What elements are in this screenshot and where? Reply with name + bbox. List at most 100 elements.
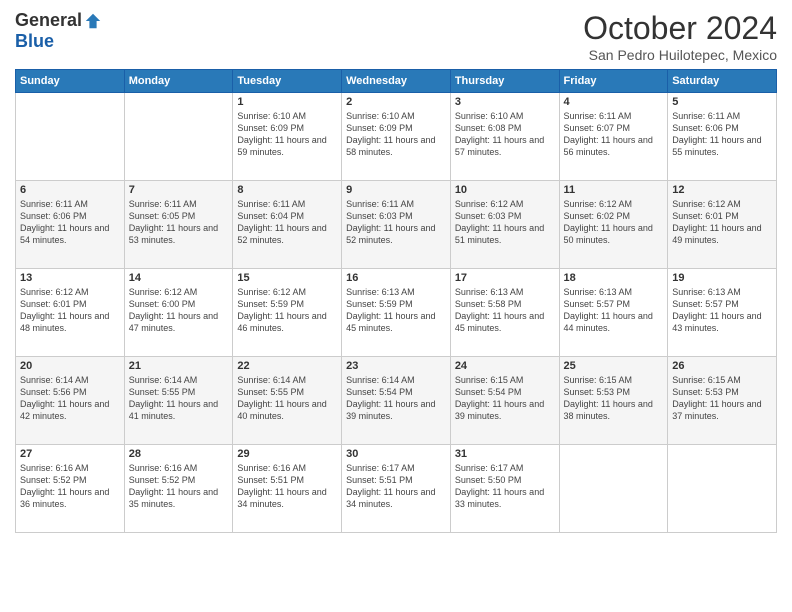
day-number: 9	[346, 184, 446, 196]
month-title: October 2024	[583, 10, 777, 47]
day-number: 15	[237, 272, 337, 284]
col-thursday: Thursday	[450, 70, 559, 93]
calendar-cell: 19Sunrise: 6:13 AM Sunset: 5:57 PM Dayli…	[668, 269, 777, 357]
day-info: Sunrise: 6:15 AM Sunset: 5:53 PM Dayligh…	[564, 374, 664, 423]
day-info: Sunrise: 6:12 AM Sunset: 6:00 PM Dayligh…	[129, 286, 229, 335]
logo-icon	[84, 12, 102, 30]
header: General Blue October 2024 San Pedro Huil…	[15, 10, 777, 63]
day-number: 1	[237, 96, 337, 108]
day-info: Sunrise: 6:12 AM Sunset: 5:59 PM Dayligh…	[237, 286, 337, 335]
day-number: 24	[455, 360, 555, 372]
calendar-cell: 4 Sunrise: 6:11 AM Sunset: 6:07 PM Daylig…	[559, 93, 668, 181]
calendar-cell: 10Sunrise: 6:12 AM Sunset: 6:03 PM Dayli…	[450, 181, 559, 269]
day-number: 28	[129, 448, 229, 460]
calendar-cell: 1 Sunrise: 6:10 AM Sunset: 6:09 PM Daylig…	[233, 93, 342, 181]
calendar-cell: 23 Sunrise: 6:14 AM Sunset: 5:54 PM Dayli…	[342, 357, 451, 445]
day-number: 18	[564, 272, 664, 284]
col-wednesday: Wednesday	[342, 70, 451, 93]
calendar-cell: 7 Sunrise: 6:11 AM Sunset: 6:05 PM Daylig…	[124, 181, 233, 269]
calendar-cell	[668, 445, 777, 533]
calendar-cell: 18 Sunrise: 6:13 AM Sunset: 5:57 PM Dayli…	[559, 269, 668, 357]
day-info: Sunrise: 6:11 AM Sunset: 6:07 PM Dayligh…	[564, 110, 664, 159]
calendar-cell: 25 Sunrise: 6:15 AM Sunset: 5:53 PM Dayli…	[559, 357, 668, 445]
calendar-container: Sunday Monday Tuesday Wednesday Thursday…	[15, 69, 777, 533]
day-info: Sunrise: 6:17 AM Sunset: 5:50 PM Dayligh…	[455, 462, 555, 511]
calendar-cell: 5 Sunrise: 6:11 AM Sunset: 6:06 PM Daylig…	[668, 93, 777, 181]
calendar-cell: 14 Sunrise: 6:12 AM Sunset: 6:00 PM Dayli…	[124, 269, 233, 357]
day-info: Sunrise: 6:15 AM Sunset: 5:54 PM Dayligh…	[455, 374, 555, 423]
day-number: 6	[20, 184, 120, 196]
day-number: 14	[129, 272, 229, 284]
day-info: Sunrise: 6:16 AM Sunset: 5:52 PM Dayligh…	[129, 462, 229, 511]
day-info: Sunrise: 6:13 AM Sunset: 5:57 PM Dayligh…	[672, 286, 772, 335]
calendar-cell: 29Sunrise: 6:16 AM Sunset: 5:51 PM Dayli…	[233, 445, 342, 533]
day-number: 5	[672, 96, 772, 108]
day-info: Sunrise: 6:14 AM Sunset: 5:55 PM Dayligh…	[129, 374, 229, 423]
col-monday: Monday	[124, 70, 233, 93]
day-number: 10	[455, 184, 555, 196]
day-info: Sunrise: 6:11 AM Sunset: 6:06 PM Dayligh…	[672, 110, 772, 159]
calendar-cell	[124, 93, 233, 181]
day-number: 4	[564, 96, 664, 108]
location: San Pedro Huilotepec, Mexico	[583, 47, 777, 63]
day-info: Sunrise: 6:11 AM Sunset: 6:03 PM Dayligh…	[346, 198, 446, 247]
day-info: Sunrise: 6:12 AM Sunset: 6:02 PM Dayligh…	[564, 198, 664, 247]
logo-blue: Blue	[15, 31, 54, 52]
calendar-cell: 12Sunrise: 6:12 AM Sunset: 6:01 PM Dayli…	[668, 181, 777, 269]
calendar-cell: 8 Sunrise: 6:11 AM Sunset: 6:04 PM Daylig…	[233, 181, 342, 269]
day-number: 22	[237, 360, 337, 372]
logo: General Blue	[15, 10, 102, 52]
header-row: Sunday Monday Tuesday Wednesday Thursday…	[16, 70, 777, 93]
calendar-cell: 11 Sunrise: 6:12 AM Sunset: 6:02 PM Dayli…	[559, 181, 668, 269]
week-row-4: 20 Sunrise: 6:14 AM Sunset: 5:56 PM Dayli…	[16, 357, 777, 445]
day-info: Sunrise: 6:13 AM Sunset: 5:57 PM Dayligh…	[564, 286, 664, 335]
day-number: 2	[346, 96, 446, 108]
calendar-cell: 15 Sunrise: 6:12 AM Sunset: 5:59 PM Dayli…	[233, 269, 342, 357]
day-number: 3	[455, 96, 555, 108]
col-saturday: Saturday	[668, 70, 777, 93]
calendar-cell: 30 Sunrise: 6:17 AM Sunset: 5:51 PM Dayli…	[342, 445, 451, 533]
day-number: 11	[564, 184, 664, 196]
day-number: 31	[455, 448, 555, 460]
day-info: Sunrise: 6:11 AM Sunset: 6:05 PM Dayligh…	[129, 198, 229, 247]
calendar-cell: 31 Sunrise: 6:17 AM Sunset: 5:50 PM Dayli…	[450, 445, 559, 533]
day-number: 20	[20, 360, 120, 372]
calendar-cell: 24 Sunrise: 6:15 AM Sunset: 5:54 PM Dayli…	[450, 357, 559, 445]
day-number: 30	[346, 448, 446, 460]
day-info: Sunrise: 6:10 AM Sunset: 6:09 PM Dayligh…	[237, 110, 337, 159]
day-number: 29	[237, 448, 337, 460]
week-row-1: 1 Sunrise: 6:10 AM Sunset: 6:09 PM Daylig…	[16, 93, 777, 181]
calendar-cell: 20 Sunrise: 6:14 AM Sunset: 5:56 PM Dayli…	[16, 357, 125, 445]
day-number: 25	[564, 360, 664, 372]
day-number: 27	[20, 448, 120, 460]
day-info: Sunrise: 6:11 AM Sunset: 6:04 PM Dayligh…	[237, 198, 337, 247]
day-info: Sunrise: 6:16 AM Sunset: 5:52 PM Dayligh…	[20, 462, 120, 511]
day-number: 8	[237, 184, 337, 196]
day-info: Sunrise: 6:15 AM Sunset: 5:53 PM Dayligh…	[672, 374, 772, 423]
day-info: Sunrise: 6:13 AM Sunset: 5:59 PM Dayligh…	[346, 286, 446, 335]
day-number: 7	[129, 184, 229, 196]
day-info: Sunrise: 6:12 AM Sunset: 6:01 PM Dayligh…	[672, 198, 772, 247]
col-tuesday: Tuesday	[233, 70, 342, 93]
week-row-3: 13Sunrise: 6:12 AM Sunset: 6:01 PM Dayli…	[16, 269, 777, 357]
calendar-cell: 22Sunrise: 6:14 AM Sunset: 5:55 PM Dayli…	[233, 357, 342, 445]
title-section: October 2024 San Pedro Huilotepec, Mexic…	[583, 10, 777, 63]
day-info: Sunrise: 6:14 AM Sunset: 5:54 PM Dayligh…	[346, 374, 446, 423]
calendar-table: Sunday Monday Tuesday Wednesday Thursday…	[15, 69, 777, 533]
calendar-cell: 3 Sunrise: 6:10 AM Sunset: 6:08 PM Daylig…	[450, 93, 559, 181]
calendar-cell: 28 Sunrise: 6:16 AM Sunset: 5:52 PM Dayli…	[124, 445, 233, 533]
day-number: 16	[346, 272, 446, 284]
day-info: Sunrise: 6:17 AM Sunset: 5:51 PM Dayligh…	[346, 462, 446, 511]
week-row-2: 6Sunrise: 6:11 AM Sunset: 6:06 PM Daylig…	[16, 181, 777, 269]
day-number: 23	[346, 360, 446, 372]
day-info: Sunrise: 6:10 AM Sunset: 6:09 PM Dayligh…	[346, 110, 446, 159]
calendar-cell: 27 Sunrise: 6:16 AM Sunset: 5:52 PM Dayli…	[16, 445, 125, 533]
day-info: Sunrise: 6:10 AM Sunset: 6:08 PM Dayligh…	[455, 110, 555, 159]
day-info: Sunrise: 6:14 AM Sunset: 5:56 PM Dayligh…	[20, 374, 120, 423]
calendar-cell: 2 Sunrise: 6:10 AM Sunset: 6:09 PM Daylig…	[342, 93, 451, 181]
calendar-cell: 6Sunrise: 6:11 AM Sunset: 6:06 PM Daylig…	[16, 181, 125, 269]
day-info: Sunrise: 6:12 AM Sunset: 6:01 PM Dayligh…	[20, 286, 120, 335]
calendar-cell	[16, 93, 125, 181]
page: General Blue October 2024 San Pedro Huil…	[0, 0, 792, 612]
day-number: 17	[455, 272, 555, 284]
